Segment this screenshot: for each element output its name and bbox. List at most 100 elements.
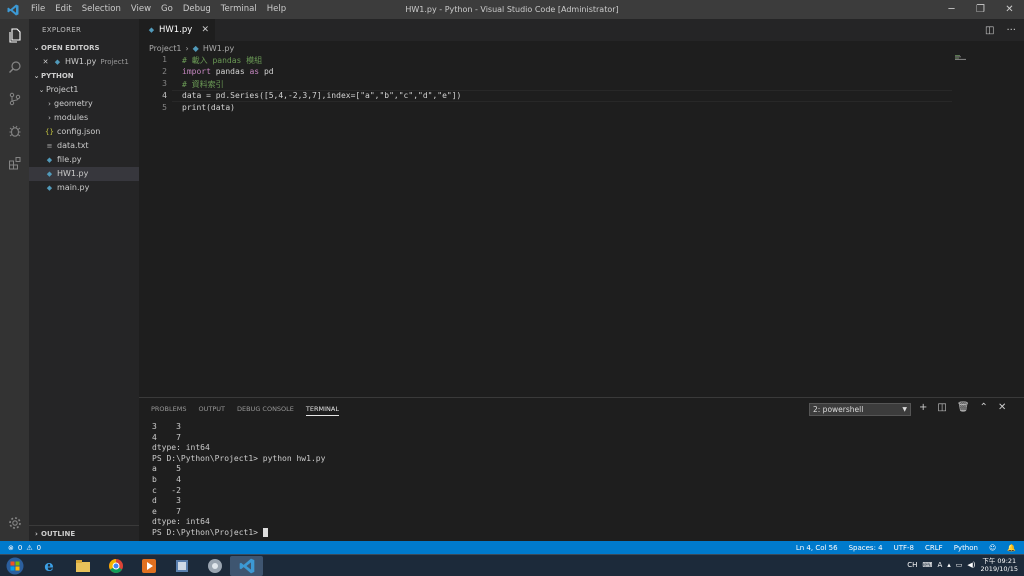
new-terminal-icon[interactable]: +: [919, 402, 927, 413]
line-number: 5: [162, 103, 167, 112]
extensions-icon[interactable]: [0, 149, 29, 177]
menu-bar: File Edit Selection View Go Debug Termin…: [26, 0, 291, 19]
search-icon[interactable]: [0, 53, 29, 81]
tab-problems[interactable]: PROBLEMS: [151, 405, 186, 416]
line-number: 1: [162, 55, 167, 64]
menu-go[interactable]: Go: [156, 0, 178, 19]
terminal-prompt-line[interactable]: PS D:\Python\Project1>: [152, 527, 325, 539]
problems-indicator[interactable]: ⊗ 0 ⚠ 0: [8, 544, 41, 552]
network-icon[interactable]: ▭: [956, 561, 963, 569]
language-mode[interactable]: Python: [954, 544, 978, 552]
file-explorer-icon[interactable]: [66, 556, 99, 576]
terminal-line: dtype: int64: [152, 517, 210, 527]
file-file-py[interactable]: ◆ file.py: [29, 153, 139, 167]
open-editors-section[interactable]: ⌄ OPEN EDITORS: [29, 41, 139, 55]
source-control-icon[interactable]: [0, 85, 29, 113]
chrome-icon[interactable]: [99, 556, 132, 576]
bell-icon[interactable]: 🔔: [1007, 544, 1016, 552]
chevron-down-icon: ⌄: [33, 44, 40, 52]
panel-tabs: PROBLEMS OUTPUT DEBUG CONSOLE TERMINAL: [151, 405, 339, 416]
python-file-icon: ◆: [192, 43, 199, 53]
python-file-icon: ◆: [46, 156, 53, 164]
breadcrumb-folder[interactable]: Project1: [149, 44, 181, 53]
menu-terminal[interactable]: Terminal: [216, 0, 262, 19]
cursor-position[interactable]: Ln 4, Col 56: [796, 544, 838, 552]
code-editor[interactable]: 1 2 3 4 5 # 載入 pandas 模組 import pandas a…: [139, 54, 1024, 396]
menu-file[interactable]: File: [26, 0, 50, 19]
minimize-button[interactable]: ─: [937, 0, 966, 19]
terminal-line: PS D:\Python\Project1> python hw1.py: [152, 453, 326, 463]
svg-text:e: e: [44, 558, 54, 574]
line-number: 4: [162, 91, 167, 100]
terminal-line: 4 7: [152, 432, 181, 442]
tab-terminal[interactable]: TERMINAL: [305, 405, 339, 416]
ime-mode[interactable]: A: [937, 561, 942, 569]
python-file-icon: ◆: [54, 58, 61, 66]
menu-selection[interactable]: Selection: [77, 0, 126, 19]
utility-app-icon[interactable]: [198, 556, 231, 576]
maximize-panel-icon[interactable]: ⌃: [980, 402, 988, 413]
chevron-right-icon: ›: [35, 529, 38, 538]
split-editor-icon[interactable]: ◫: [985, 25, 994, 36]
ime-indicator[interactable]: CH: [907, 561, 917, 569]
vscode-taskbar-icon[interactable]: [230, 556, 263, 576]
more-actions-icon[interactable]: ···: [1006, 25, 1016, 36]
explorer-sidebar: EXPLORER ⌄ OPEN EDITORS ✕ ◆ HW1.py Proje…: [29, 19, 139, 541]
code-line-2: import pandas as pd: [182, 67, 274, 76]
close-tab-icon[interactable]: ✕: [201, 25, 209, 35]
workspace-section[interactable]: ⌄ PYTHON: [29, 69, 139, 83]
close-icon[interactable]: ✕: [41, 55, 50, 69]
media-player-icon[interactable]: [132, 556, 165, 576]
terminal-line: d 3: [152, 496, 181, 506]
gear-icon[interactable]: [0, 509, 29, 537]
explorer-icon[interactable]: [0, 21, 29, 49]
tab-debug-console[interactable]: DEBUG CONSOLE: [237, 405, 294, 416]
file-main-py[interactable]: ◆ main.py: [29, 181, 139, 195]
restore-button[interactable]: ❐: [966, 0, 995, 19]
terminal-line: b 4: [152, 474, 181, 484]
tab-output[interactable]: OUTPUT: [198, 405, 225, 416]
show-hidden-icons-icon[interactable]: ▴: [947, 561, 951, 569]
file-hw1-py[interactable]: ◆ HW1.py: [29, 167, 139, 181]
file-config-json[interactable]: {} config.json: [29, 125, 139, 139]
terminal-output[interactable]: 3 34 7 dtype: int64 PS D:\Python\Project1>…: [152, 422, 325, 539]
trash-icon[interactable]: 🗑: [957, 402, 970, 413]
outline-section[interactable]: › OUTLINE: [29, 525, 139, 541]
bottom-panel: PROBLEMS OUTPUT DEBUG CONSOLE TERMINAL 2…: [139, 397, 1024, 541]
menu-help[interactable]: Help: [262, 0, 291, 19]
menu-edit[interactable]: Edit: [50, 0, 76, 19]
volume-icon[interactable]: ◀): [967, 561, 975, 569]
warning-icon: ⚠: [26, 543, 33, 552]
status-bar: ⊗ 0 ⚠ 0 Ln 4, Col 56 Spaces: 4 UTF-8 CRLF …: [0, 541, 1024, 554]
internet-explorer-icon[interactable]: e: [32, 556, 65, 576]
folder-geometry[interactable]: › geometry: [29, 97, 139, 111]
debug-icon[interactable]: [0, 117, 29, 145]
close-panel-icon[interactable]: ✕: [998, 402, 1006, 413]
app-icon[interactable]: [165, 556, 198, 576]
clock[interactable]: 下午 09:21 2019/10/15: [981, 557, 1018, 573]
menu-debug[interactable]: Debug: [178, 0, 216, 19]
folder-project1[interactable]: ⌄ Project1: [29, 83, 139, 97]
code-line-1: # 載入 pandas 模組: [182, 56, 263, 65]
indentation[interactable]: Spaces: 4: [849, 544, 883, 552]
code-line-5: print(data): [182, 103, 235, 112]
folder-modules[interactable]: › modules: [29, 111, 139, 125]
line-ending[interactable]: CRLF: [925, 544, 943, 552]
breadcrumb-file[interactable]: HW1.py: [203, 44, 234, 53]
minimap[interactable]: [955, 55, 967, 61]
keyboard-icon[interactable]: ⌨: [922, 561, 932, 569]
smiley-feedback-icon[interactable]: ☺: [989, 544, 996, 552]
close-window-button[interactable]: ✕: [995, 0, 1024, 19]
encoding[interactable]: UTF-8: [894, 544, 914, 552]
split-terminal-icon[interactable]: ◫: [937, 402, 946, 413]
activity-bar: [0, 19, 29, 541]
breadcrumb: Project1 › ◆ HW1.py: [149, 42, 234, 54]
open-editor-item[interactable]: ✕ ◆ HW1.py Project1: [29, 55, 139, 69]
error-icon: ⊗: [8, 543, 14, 552]
file-data-txt[interactable]: ≡ data.txt: [29, 139, 139, 153]
start-button[interactable]: [0, 556, 30, 576]
tab-hw1-py[interactable]: ◆ HW1.py ✕: [139, 19, 215, 41]
terminal-line: 3 3: [152, 422, 181, 431]
terminal-shell-select[interactable]: 2: powershell ▼: [809, 403, 911, 416]
menu-view[interactable]: View: [126, 0, 156, 19]
